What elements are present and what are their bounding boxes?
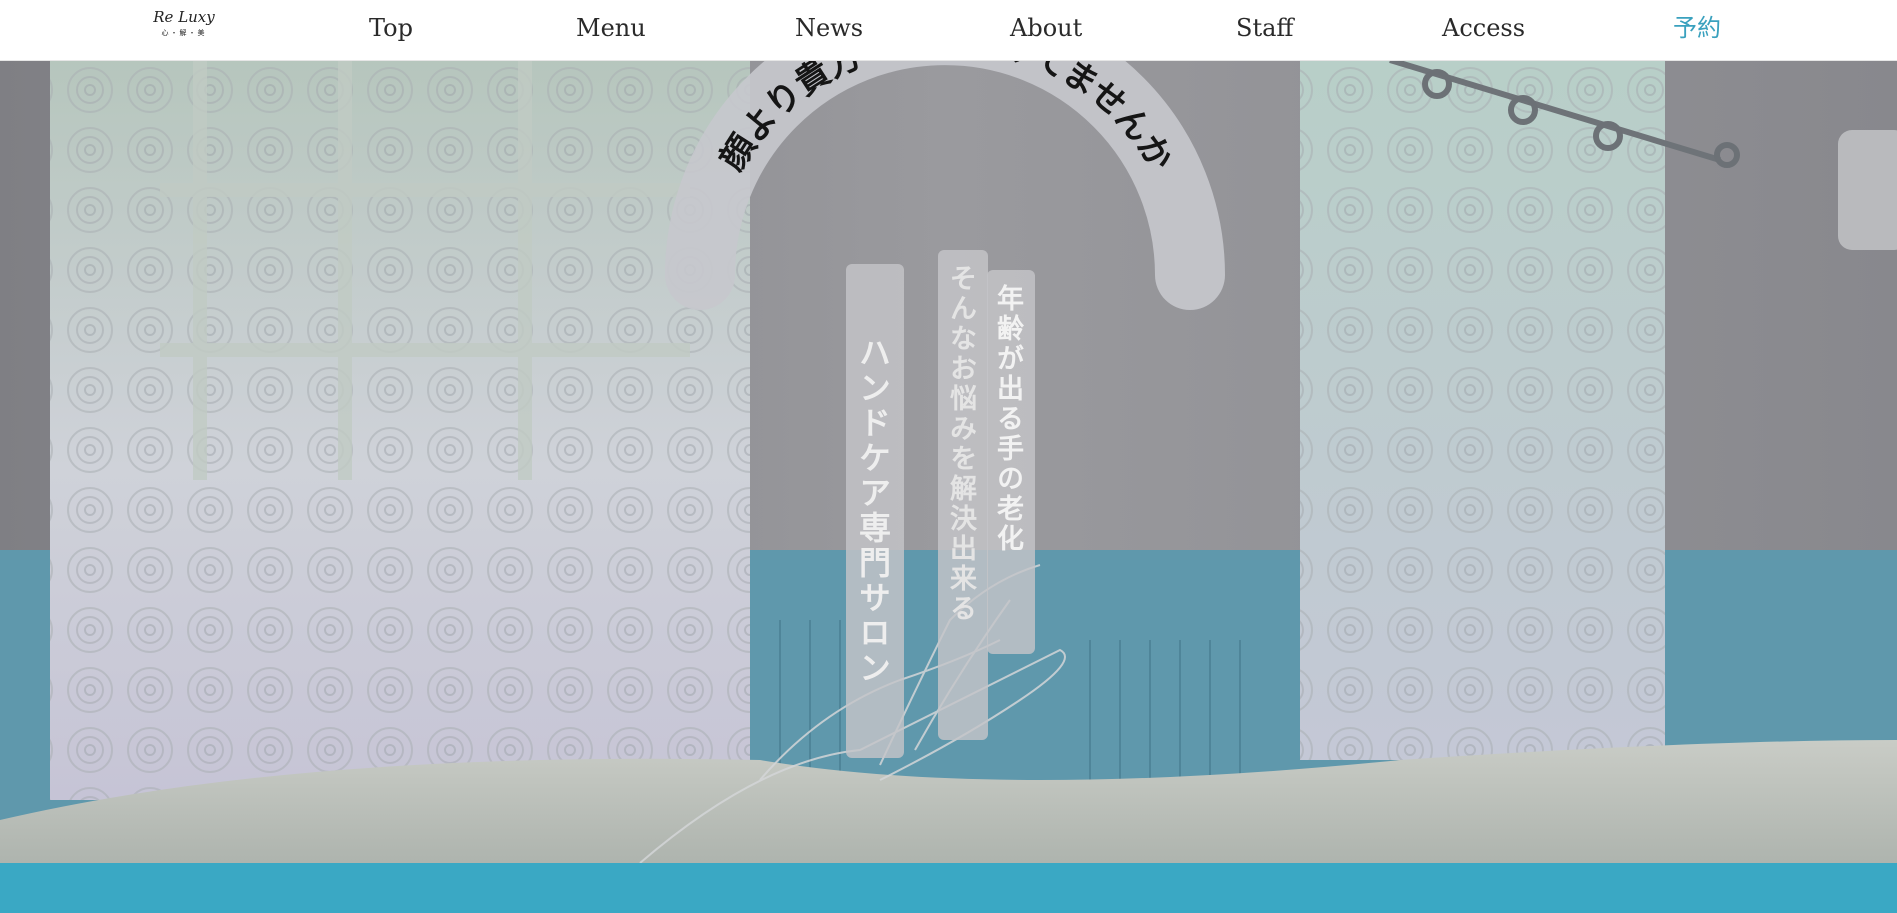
bottom-color-band bbox=[0, 863, 1897, 913]
vertical-text-solution: そんなお悩みを解決出来る bbox=[938, 250, 988, 740]
logo-script: Re Luxy bbox=[153, 8, 215, 26]
nav-link-top[interactable]: Top bbox=[369, 12, 413, 44]
vertical-text-aging: 年齢が出る手の老化 bbox=[987, 270, 1035, 654]
nav-link-about[interactable]: About bbox=[1010, 12, 1082, 44]
nav-link-reserve[interactable]: 予約 bbox=[1673, 12, 1721, 44]
vertical-text-salon: ハンドケア専門サロン bbox=[846, 264, 904, 758]
logo-subtitle: 心・解・美 bbox=[161, 29, 207, 37]
nav-link-staff[interactable]: Staff bbox=[1236, 12, 1293, 44]
svg-text:顔より貴方の手…老けてませんか: 顔より貴方の手…老けてませんか bbox=[713, 60, 1181, 178]
hero-headline-text: 顔より貴方の手…老けてませんか bbox=[713, 60, 1181, 178]
nav-link-menu[interactable]: Menu bbox=[576, 12, 646, 44]
nav-link-news[interactable]: News bbox=[795, 12, 863, 44]
nav-link-access[interactable]: Access bbox=[1442, 12, 1525, 44]
hero-section: 顔より貴方の手…老けてませんか ハンドケア専門サロン そんなお悩みを解決出来る … bbox=[0, 60, 1897, 863]
brand-logo[interactable]: Re Luxy 心・解・美 bbox=[150, 6, 218, 50]
top-navigation: Re Luxy 心・解・美 Top Menu News About Staff … bbox=[0, 0, 1897, 61]
